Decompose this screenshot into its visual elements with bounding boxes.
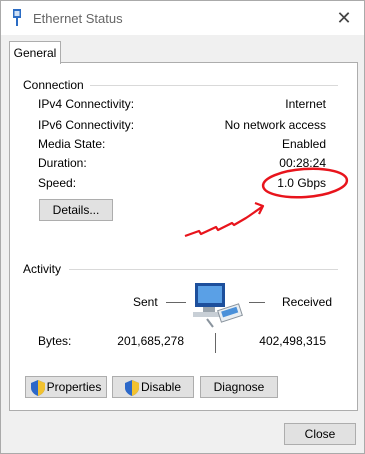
duration-label: Duration: (38, 156, 87, 170)
properties-button-label: Properties (46, 380, 102, 394)
media-state-label: Media State: (38, 137, 106, 151)
ethernet-status-window: Ethernet Status ✕ General Connection IPv… (0, 0, 365, 454)
speed-label: Speed: (38, 176, 77, 190)
activity-group-label: Activity (23, 262, 68, 276)
tab-general[interactable]: General (9, 41, 61, 64)
window-title: Ethernet Status (33, 11, 123, 26)
sent-line (166, 302, 186, 303)
connection-group-label: Connection (23, 78, 90, 92)
ipv4-connectivity-label: IPv4 Connectivity: (38, 97, 135, 111)
diagnose-button[interactable]: Diagnose (200, 376, 278, 398)
disable-button-label: Disable (140, 380, 182, 394)
annotation-circle (261, 167, 349, 199)
sent-label: Sent (133, 295, 158, 309)
close-icon[interactable]: ✕ (332, 7, 356, 29)
ipv6-connectivity-label: IPv6 Connectivity: (38, 118, 135, 132)
received-line (249, 302, 265, 303)
shield-icon (124, 379, 139, 396)
network-computer-icon (193, 283, 243, 328)
media-state-value: Enabled (281, 137, 326, 151)
bytes-sent-value: 201,685,278 (117, 334, 184, 348)
title-bar[interactable]: Ethernet Status ✕ (1, 1, 364, 35)
bytes-label: Bytes: (38, 334, 72, 348)
bytes-divider (215, 333, 216, 353)
details-button[interactable]: Details... (39, 199, 113, 221)
bytes-received-value: 402,498,315 (259, 334, 326, 348)
shield-icon (30, 379, 45, 396)
annotation-arrow (184, 201, 265, 238)
properties-button[interactable]: Properties (25, 376, 107, 398)
ipv4-connectivity-value: Internet (285, 97, 326, 111)
red-annotation (184, 167, 349, 238)
received-label: Received (282, 295, 333, 309)
close-button[interactable]: Close (284, 423, 356, 445)
disable-button[interactable]: Disable (112, 376, 194, 398)
connection-group-divider (81, 85, 338, 86)
activity-group-divider (69, 269, 338, 270)
ipv6-connectivity-value: No network access (224, 118, 326, 132)
ethernet-icon (13, 9, 21, 26)
